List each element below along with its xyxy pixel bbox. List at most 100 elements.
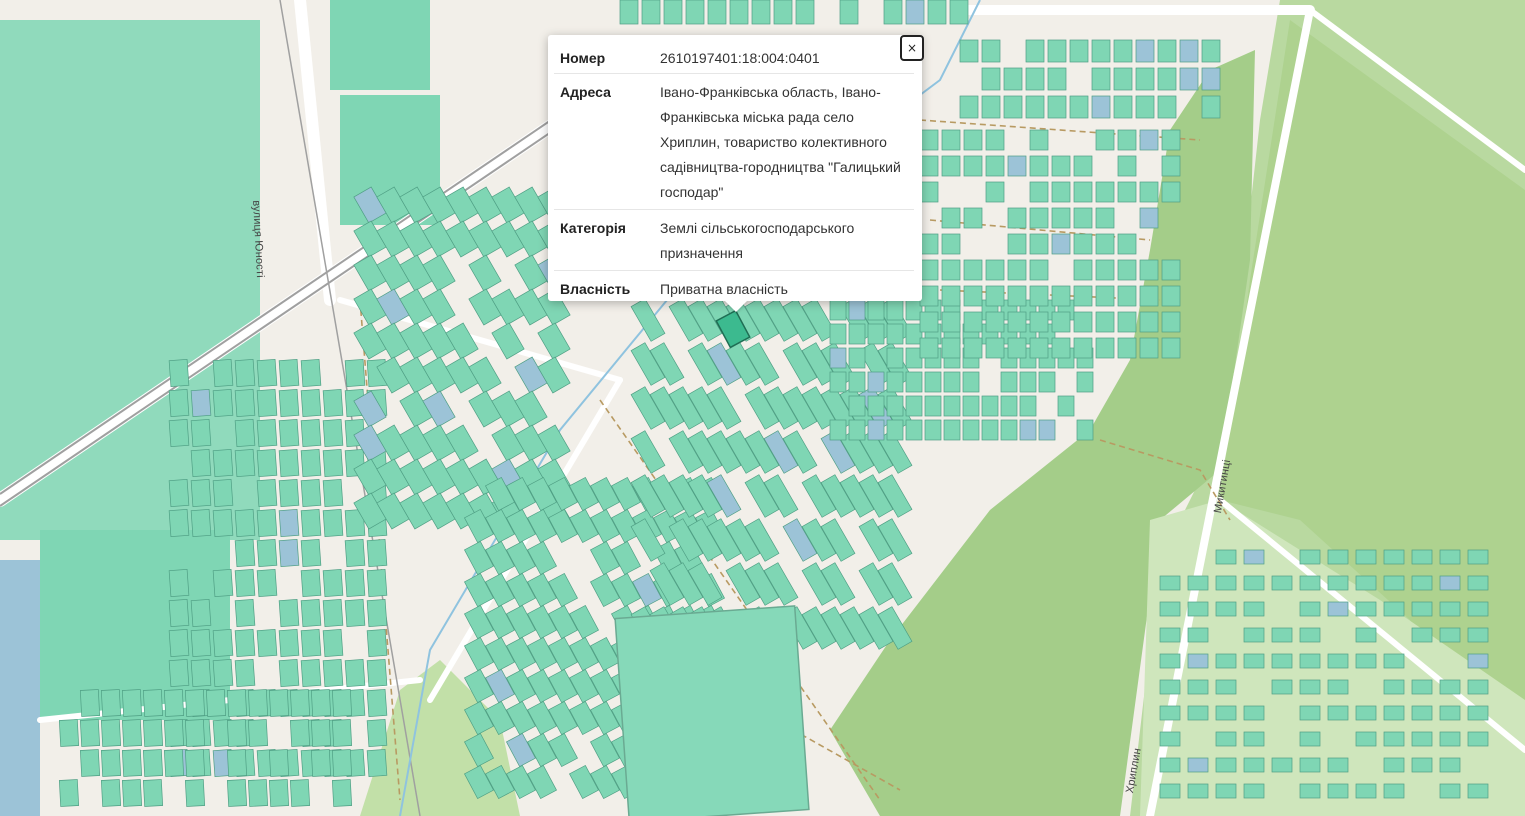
parcel[interactable] [256,419,278,447]
parcel[interactable] [142,719,164,747]
parcel[interactable] [485,668,515,704]
parcel[interactable] [867,323,885,345]
parcel[interactable] [1025,67,1045,91]
parcel[interactable] [848,323,866,345]
parcel[interactable] [1069,95,1089,119]
parcel[interactable] [848,347,866,369]
parcel[interactable] [234,629,256,657]
parcel[interactable] [1439,783,1461,799]
parcel[interactable] [919,233,939,255]
parcel[interactable] [1159,653,1181,669]
parcel[interactable] [962,419,980,441]
parcel[interactable] [1007,311,1027,333]
parcel[interactable] [941,129,961,151]
parcel[interactable] [100,719,122,747]
parcel[interactable] [569,764,599,800]
parcel[interactable] [1215,757,1237,773]
parcel[interactable] [100,749,122,777]
parcel[interactable] [1161,259,1181,281]
parcel[interactable] [1051,207,1071,229]
parcel[interactable] [142,689,164,717]
parcel[interactable] [962,395,980,417]
parcel[interactable] [1117,181,1137,203]
parcel[interactable] [1411,679,1433,695]
parcel[interactable] [527,732,557,768]
parcel[interactable] [1299,679,1321,695]
parcel[interactable] [1411,627,1433,643]
parcel[interactable] [985,259,1005,281]
parcel[interactable] [569,636,599,672]
parcel[interactable] [1007,285,1027,307]
parcel[interactable] [537,322,571,360]
parcel[interactable] [1029,181,1049,203]
parcel[interactable] [1187,679,1209,695]
parcel[interactable] [1327,705,1349,721]
parcel[interactable] [919,129,939,151]
parcel[interactable] [919,259,939,281]
parcel[interactable] [1025,95,1045,119]
parcel[interactable] [962,371,980,393]
parcel[interactable] [163,749,185,777]
parcel[interactable] [1159,705,1181,721]
parcel[interactable] [289,719,311,747]
parcel[interactable] [1051,311,1071,333]
parcel[interactable] [100,779,122,807]
parcel[interactable] [1383,757,1405,773]
parcel[interactable] [1161,285,1181,307]
parcel[interactable] [959,39,979,63]
parcel[interactable] [366,569,388,597]
parcel[interactable] [1215,653,1237,669]
parcel[interactable] [924,395,942,417]
parcel[interactable] [1117,129,1137,151]
parcel[interactable] [1161,311,1181,333]
parcel[interactable] [344,659,366,687]
parcel[interactable] [1187,705,1209,721]
parcel[interactable] [1243,705,1265,721]
parcel[interactable] [1007,155,1027,177]
parcel[interactable] [142,779,164,807]
parcel[interactable] [310,719,332,747]
parcel[interactable] [464,540,494,576]
parcel[interactable] [278,449,300,477]
parcel[interactable] [590,668,620,704]
parcel[interactable] [1073,233,1093,255]
parcel[interactable] [1467,783,1489,799]
parcel[interactable] [322,479,344,507]
parcel[interactable] [1113,39,1133,63]
parcel[interactable] [985,181,1005,203]
parcel[interactable] [1003,95,1023,119]
parcel[interactable] [1007,259,1027,281]
parcel[interactable] [795,0,815,25]
parcel[interactable] [1073,259,1093,281]
parcel[interactable] [1187,575,1209,591]
parcel[interactable] [1069,39,1089,63]
parcel[interactable] [58,719,80,747]
parcel[interactable] [569,508,599,544]
parcel[interactable] [1117,311,1137,333]
parcel[interactable] [569,668,599,704]
parcel[interactable] [1243,783,1265,799]
parcel[interactable] [619,0,639,25]
parcel[interactable] [963,285,983,307]
parcel[interactable] [366,659,388,687]
parcel[interactable] [919,285,939,307]
parcel[interactable] [1157,39,1177,63]
parcel[interactable] [1271,757,1293,773]
parcel[interactable] [839,0,859,25]
parcel[interactable] [190,419,212,447]
parcel[interactable] [1187,653,1209,669]
parcel[interactable] [1159,601,1181,617]
parcel[interactable] [247,779,269,807]
parcel[interactable] [985,337,1005,359]
parcel[interactable] [366,539,388,567]
parcel[interactable] [1215,731,1237,747]
parcel[interactable] [234,599,256,627]
parcel[interactable] [1113,67,1133,91]
parcel[interactable] [366,719,388,747]
parcel[interactable] [981,419,999,441]
parcel[interactable] [751,0,771,25]
parcel[interactable] [590,732,620,768]
parcel[interactable] [1411,757,1433,773]
parcel[interactable] [1383,705,1405,721]
parcel[interactable] [168,479,190,507]
